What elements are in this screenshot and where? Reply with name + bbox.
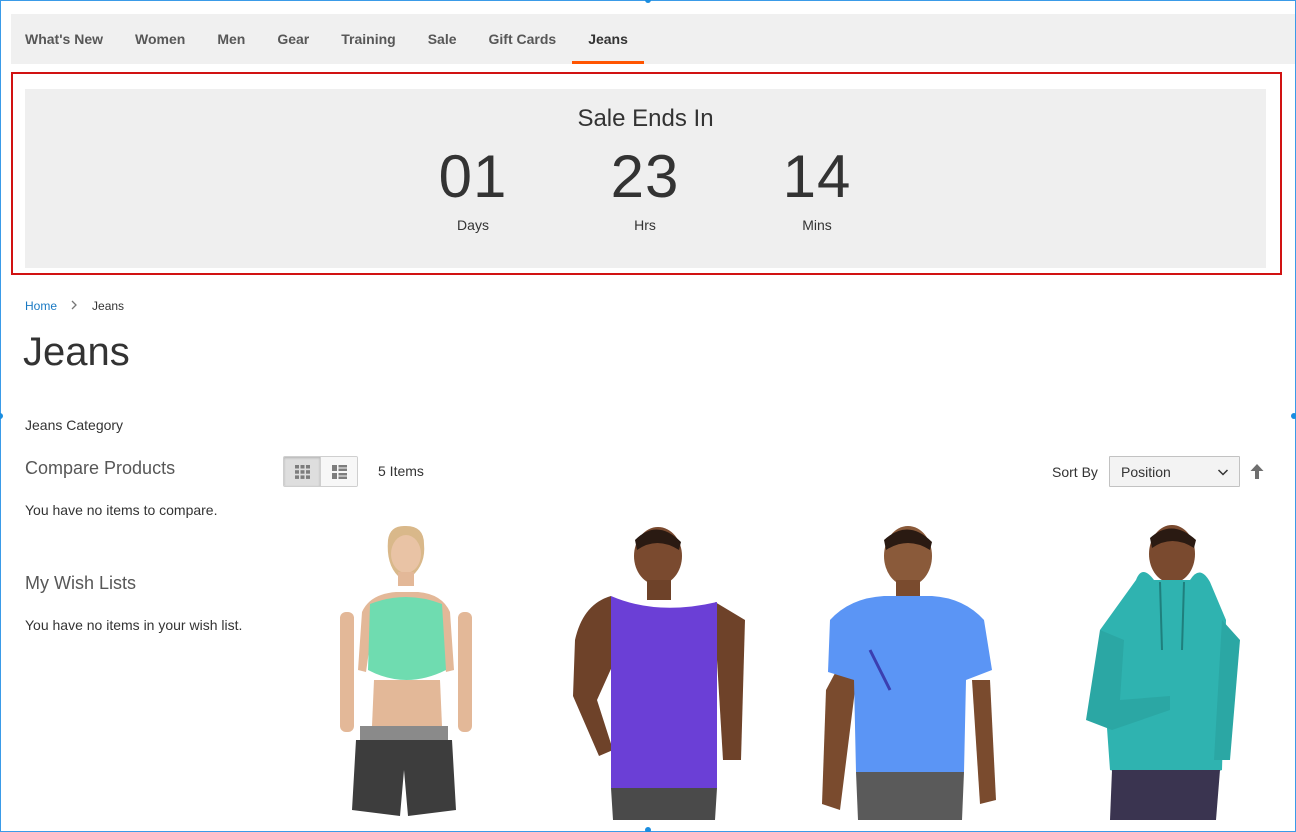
countdown-hours: 23 Hrs <box>585 141 705 233</box>
product-image-3[interactable] <box>800 520 1014 820</box>
nav-item-men[interactable]: Men <box>201 14 261 64</box>
arrow-up-icon <box>1250 464 1264 479</box>
wishlist-heading: My Wish Lists <box>25 573 137 593</box>
compare-products-heading: Compare Products <box>25 458 176 478</box>
countdown-minutes: 14 Mins <box>757 141 877 233</box>
countdown-minutes-value: 14 <box>782 143 852 210</box>
nav-item-women[interactable]: Women <box>119 14 201 64</box>
countdown-hours-value: 23 <box>610 143 680 210</box>
compare-empty-text: You have no items to compare. <box>25 502 218 518</box>
resize-handle-bottom[interactable] <box>645 827 651 832</box>
chevron-down-icon <box>1217 469 1229 476</box>
man-blue-tee-image <box>822 526 996 820</box>
nav-item-whats-new[interactable]: What's New <box>11 14 119 64</box>
list-view-button[interactable] <box>320 457 357 486</box>
items-count: 5 Items <box>378 463 424 479</box>
breadcrumb-current: Jeans <box>92 299 125 313</box>
nav-item-sale[interactable]: Sale <box>412 14 473 64</box>
wishlist-empty-text: You have no items in your wish list. <box>25 617 243 633</box>
sort-direction-button[interactable] <box>1250 464 1264 484</box>
man-teal-hoodie-image <box>1086 525 1240 820</box>
sale-countdown-widget: Sale Ends In 01 Days 23 Hrs 14 Mins <box>11 72 1282 275</box>
product-image-2[interactable] <box>555 520 769 820</box>
breadcrumb-home-link[interactable]: Home <box>25 299 57 313</box>
sort-by-select[interactable]: Position <box>1109 456 1240 487</box>
grid-view-button[interactable] <box>284 457 320 486</box>
man-purple-tank-image <box>573 527 745 820</box>
nav-item-training[interactable]: Training <box>325 14 411 64</box>
nav-item-jeans[interactable]: Jeans <box>572 14 644 64</box>
countdown-hours-label: Hrs <box>634 217 656 233</box>
woman-mint-sports-bra-image <box>340 525 472 816</box>
countdown-days-label: Days <box>457 217 489 233</box>
page-title: Jeans <box>23 330 130 374</box>
chevron-right-icon <box>71 299 78 313</box>
countdown-days-value: 01 <box>438 143 508 210</box>
resize-handle-left[interactable] <box>0 413 3 419</box>
countdown-minutes-label: Mins <box>802 217 832 233</box>
product-image-4[interactable] <box>1050 520 1264 820</box>
sale-countdown-panel: Sale Ends In 01 Days 23 Hrs 14 Mins <box>25 89 1266 268</box>
main-navigation: What's New Women Men Gear Training Sale … <box>11 14 1295 64</box>
view-mode-switcher <box>283 456 358 487</box>
list-icon <box>331 464 347 479</box>
countdown-title: Sale Ends In <box>577 105 714 132</box>
nav-item-gift-cards[interactable]: Gift Cards <box>473 14 573 64</box>
grid-icon <box>294 464 310 479</box>
nav-item-gear[interactable]: Gear <box>261 14 325 64</box>
breadcrumb: Home Jeans <box>25 299 124 313</box>
sort-by-value: Position <box>1121 463 1171 480</box>
resize-handle-top[interactable] <box>645 0 651 3</box>
category-description: Jeans Category <box>25 417 124 433</box>
sort-by-label: Sort By <box>1052 464 1098 480</box>
resize-handle-right[interactable] <box>1291 413 1296 419</box>
countdown-days: 01 Days <box>413 141 533 233</box>
product-image-1[interactable] <box>300 520 514 820</box>
